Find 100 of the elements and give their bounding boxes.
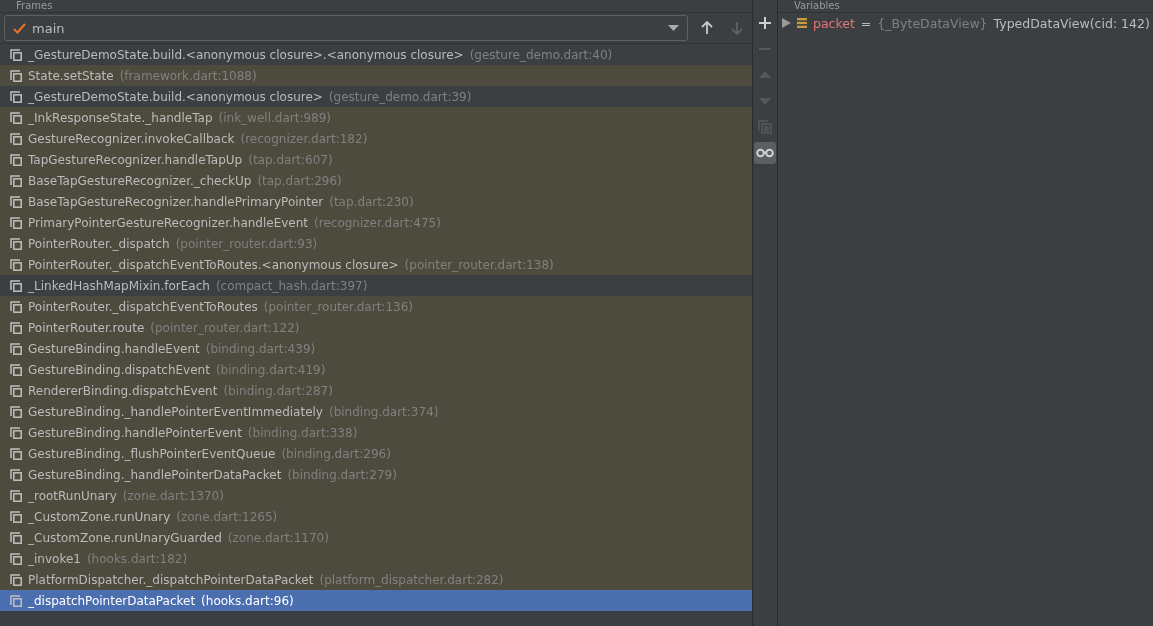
stack-frame-row[interactable]: GestureBinding.handleEvent (binding.dart:439) — [0, 338, 752, 359]
frame-icon — [10, 174, 22, 187]
stack-frame-row[interactable]: PointerRouter._dispatchEventToRoutes.<anonymous closure> (pointer_router.dart:138) — [0, 254, 752, 275]
frame-icon — [10, 111, 22, 124]
frame-method: GestureBinding.handlePointerEvent — [28, 425, 242, 440]
stack-frame-row[interactable]: PointerRouter._dispatchEventToRoutes (pointer_router.dart:136) — [0, 296, 752, 317]
frame-icon — [10, 258, 22, 271]
frame-method: GestureBinding._flushPointerEventQueue — [28, 446, 276, 461]
frame-method: _InkResponseState._handleTap — [28, 110, 213, 125]
frame-location: (framework.dart:1088) — [119, 68, 257, 83]
thread-dropdown[interactable]: main — [4, 15, 688, 41]
frame-location: (pointer_router.dart:138) — [404, 257, 554, 272]
frame-location: (pointer_router.dart:122) — [150, 320, 300, 335]
stack-frame-row[interactable]: _invoke1 (hooks.dart:182) — [0, 548, 752, 569]
stack-frame-row[interactable]: GestureBinding._handlePointerEventImmediately (binding.dart:374) — [0, 401, 752, 422]
frame-icon — [10, 468, 22, 481]
frame-location: (compact_hash.dart:397) — [215, 278, 368, 293]
frame-location: (hooks.dart:96) — [201, 593, 294, 608]
stack-frame-row[interactable]: PlatformDispatcher._dispatchPointerDataPacket (platform_dispatcher.dart:282) — [0, 569, 752, 590]
stack-frame-row[interactable]: GestureBinding.dispatchEvent (binding.dart:419) — [0, 359, 752, 380]
frame-location: (platform_dispatcher.dart:282) — [319, 572, 504, 587]
frame-location: (binding.dart:279) — [287, 467, 397, 482]
frame-location: (binding.dart:374) — [329, 404, 439, 419]
frame-method: _rootRunUnary — [28, 488, 117, 503]
stack-frame-row[interactable]: PrimaryPointerGestureRecognizer.handleEvent (recognizer.dart:475) — [0, 212, 752, 233]
stack-frame-row[interactable]: State.setState (framework.dart:1088) — [0, 65, 752, 86]
frame-location: (binding.dart:338) — [247, 425, 358, 440]
frame-icon — [10, 300, 22, 313]
frame-location: (recognizer.dart:475) — [314, 215, 441, 230]
frame-location: (binding.dart:287) — [223, 383, 333, 398]
variable-name: packet — [813, 15, 855, 31]
frame-icon — [10, 489, 22, 502]
stack-frame-row[interactable]: _InkResponseState._handleTap (ink_well.dart:989) — [0, 107, 752, 128]
frame-method: GestureBinding.dispatchEvent — [28, 362, 210, 377]
frame-method: TapGestureRecognizer.handleTapUp — [28, 152, 243, 167]
frame-icon — [10, 405, 22, 418]
frame-location: (zone.dart:1170) — [227, 530, 329, 545]
frame-location: (binding.dart:439) — [205, 341, 316, 356]
glasses-icon[interactable] — [754, 142, 776, 164]
frame-method: GestureBinding._handlePointerEventImmediately — [28, 404, 323, 419]
frame-icon — [10, 552, 22, 565]
variable-type: {_ByteDataView} — [877, 15, 988, 31]
caret-icon — [668, 25, 679, 31]
variable-value: TypedDataView(cid: 142) — [993, 15, 1150, 31]
frame-icon — [10, 216, 22, 229]
stack-frame-row[interactable]: _CustomZone.runUnaryGuarded (zone.dart:1170) — [0, 527, 752, 548]
frame-method: PrimaryPointerGestureRecognizer.handleEvent — [28, 215, 309, 230]
frame-icon — [10, 153, 22, 166]
frame-icon — [10, 279, 22, 292]
stack-frame-row[interactable]: _rootRunUnary (zone.dart:1370) — [0, 485, 752, 506]
stack-frame-row[interactable]: GestureBinding._flushPointerEventQueue (binding.dart:296) — [0, 443, 752, 464]
frame-method: _CustomZone.runUnaryGuarded — [28, 530, 222, 545]
frame-method: BaseTapGestureRecognizer.handlePrimaryPointer — [28, 194, 324, 209]
stack-frame-row[interactable]: BaseTapGestureRecognizer.handlePrimaryPointer (tap.dart:230) — [0, 191, 752, 212]
frame-location: (binding.dart:419) — [215, 362, 326, 377]
stack-frame-row[interactable]: _dispatchPointerDataPacket (hooks.dart:96) — [0, 590, 752, 611]
field-icon — [797, 18, 807, 28]
frame-icon — [10, 426, 22, 439]
frame-icon — [10, 342, 22, 355]
frame-location: (tap.dart:230) — [329, 194, 414, 209]
frame-method: PointerRouter.route — [28, 320, 145, 335]
frame-method: _GestureDemoState.build.<anonymous closure> — [28, 89, 323, 104]
panel-title: Frames — [16, 0, 53, 11]
frame-icon — [10, 531, 22, 544]
check-icon — [13, 22, 26, 34]
stack-frame-row[interactable]: RendererBinding.dispatchEvent (binding.dart:287) — [0, 380, 752, 401]
frame-location: (pointer_router.dart:93) — [175, 236, 318, 251]
collapsed-triangle-icon[interactable] — [782, 18, 791, 28]
stack-frame-row[interactable]: GestureRecognizer.invokeCallback (recognizer.dart:182) — [0, 128, 752, 149]
frame-location: (zone.dart:1370) — [122, 488, 224, 503]
frame-icon — [10, 90, 22, 103]
frame-location: (zone.dart:1265) — [176, 509, 278, 524]
frame-location: (ink_well.dart:989) — [218, 110, 332, 125]
stack-frame-row[interactable]: PointerRouter._dispatch (pointer_router.dart:93) — [0, 233, 752, 254]
frame-location: (gesture_demo.dart:40) — [469, 47, 613, 62]
frame-method: RendererBinding.dispatchEvent — [28, 383, 218, 398]
stack-frame-row[interactable]: TapGestureRecognizer.handleTapUp (tap.dart:607) — [0, 149, 752, 170]
frame-method: PointerRouter._dispatchEventToRoutes — [28, 299, 258, 314]
frame-location: (recognizer.dart:182) — [240, 131, 368, 146]
frame-method: _LinkedHashMapMixin.forEach — [28, 278, 210, 293]
frame-icon — [10, 48, 22, 61]
stack-frame-row[interactable]: GestureBinding.handlePointerEvent (binding.dart:338) — [0, 422, 752, 443]
frame-method: PointerRouter._dispatchEventToRoutes.<anonymous closure> — [28, 257, 399, 272]
equals-sign: = — [860, 15, 872, 31]
frame-location: (gesture_demo.dart:39) — [328, 89, 472, 104]
frame-method: PointerRouter._dispatch — [28, 236, 170, 251]
frame-icon — [10, 573, 22, 586]
frame-method: BaseTapGestureRecognizer._checkUp — [28, 173, 252, 188]
stack-frame-row[interactable]: BaseTapGestureRecognizer._checkUp (tap.dart:296) — [0, 170, 752, 191]
stack-frame-row[interactable]: _CustomZone.runUnary (zone.dart:1265) — [0, 506, 752, 527]
panel-title: Variables — [794, 0, 840, 11]
frame-location: (hooks.dart:182) — [86, 551, 188, 566]
frame-icon — [10, 594, 22, 607]
frame-method: PlatformDispatcher._dispatchPointerDataPacket — [28, 572, 314, 587]
stack-frame-row[interactable]: GestureBinding._handlePointerDataPacket (binding.dart:279) — [0, 464, 752, 485]
frame-method: State.setState — [28, 68, 114, 83]
frame-icon — [10, 69, 22, 82]
frame-method: GestureBinding._handlePointerDataPacket — [28, 467, 282, 482]
stack-frame-row[interactable]: PointerRouter.route (pointer_router.dart:122) — [0, 317, 752, 338]
frame-location: (tap.dart:607) — [248, 152, 333, 167]
